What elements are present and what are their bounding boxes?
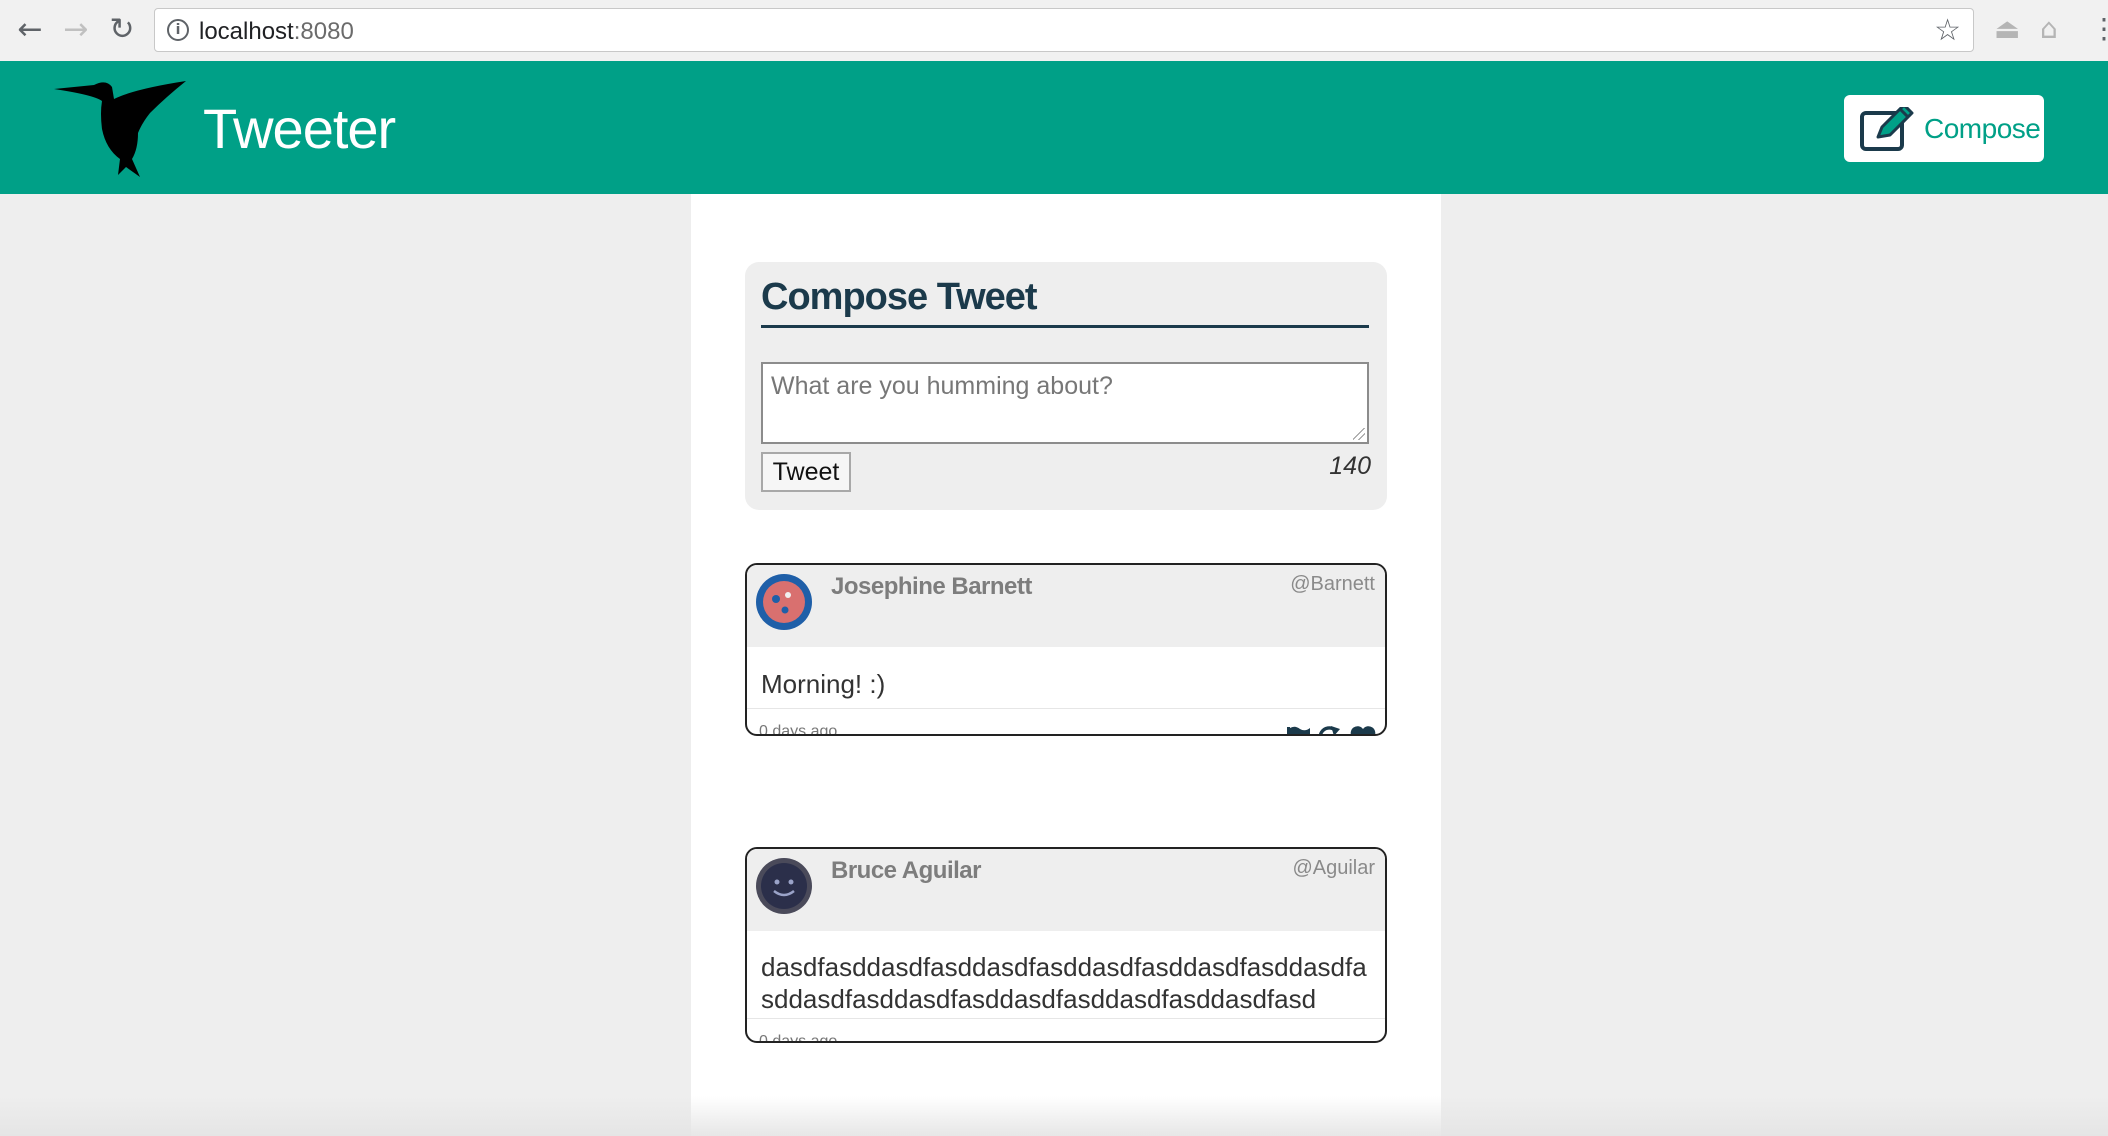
- brand-title: Tweeter: [203, 97, 396, 160]
- tweet-author-name: Bruce Aguilar: [831, 857, 981, 884]
- compose-button[interactable]: Compose: [1844, 95, 2044, 162]
- home-icon[interactable]: ⌂: [2040, 12, 2058, 45]
- browser-toolbar: ← → ↻ i localhost:8080 ☆ ⏏ ⌂ ⋮: [0, 0, 2108, 62]
- textarea-placeholder: What are you humming about?: [771, 372, 1113, 400]
- tweet-footer: 0 days ago.: [747, 1019, 1385, 1043]
- tweet-submit-button[interactable]: Tweet: [761, 452, 851, 492]
- resize-handle-icon[interactable]: [1353, 428, 1365, 440]
- bottom-fade: [0, 1096, 2108, 1136]
- back-arrow-icon[interactable]: ←: [8, 8, 52, 52]
- address-bar[interactable]: i localhost:8080 ☆: [154, 8, 1974, 52]
- tweet-header: Bruce Aguilar @Aguilar: [747, 849, 1385, 931]
- tweet-author-handle: @Aguilar: [1292, 857, 1375, 879]
- tweet-textarea[interactable]: What are you humming about?: [761, 362, 1369, 444]
- character-counter: 140: [1329, 452, 1371, 480]
- tweet-footer: 0 days ago.: [747, 709, 1385, 736]
- bookmark-star-icon[interactable]: ☆: [1934, 13, 1961, 48]
- compose-title: Compose Tweet: [761, 276, 1369, 328]
- tweet-author-name: Josephine Barnett: [831, 573, 1032, 600]
- forward-arrow-icon[interactable]: →: [54, 8, 98, 52]
- main-column: Compose Tweet What are you humming about…: [691, 194, 1441, 1136]
- tweet-card: Josephine Barnett @Barnett Morning! :) 0…: [745, 563, 1387, 736]
- retweet-icon[interactable]: [1317, 725, 1343, 736]
- avatar: [756, 574, 812, 630]
- tweet-header: Josephine Barnett @Barnett: [747, 565, 1385, 647]
- tweet-text: dasdfasddasdfasddasdfasddasdfasddasdfasd…: [747, 931, 1385, 1019]
- url-port: :8080: [293, 18, 354, 45]
- compose-pencil-icon: [1860, 106, 1914, 151]
- tweet-author-handle: @Barnett: [1290, 573, 1375, 595]
- tweet-timestamp: 0 days ago.: [759, 723, 842, 736]
- tweet-text: Morning! :): [747, 647, 1385, 709]
- avatar: [756, 858, 812, 914]
- reload-icon[interactable]: ↻: [100, 8, 144, 52]
- tweet-timestamp: 0 days ago.: [759, 1033, 842, 1043]
- heart-icon[interactable]: [1349, 725, 1377, 736]
- flag-icon[interactable]: [1285, 725, 1311, 736]
- tweet-card: Bruce Aguilar @Aguilar dasdfasddasdfasdd…: [745, 847, 1387, 1043]
- compose-button-label: Compose: [1924, 112, 2041, 144]
- compose-tweet-section: Compose Tweet What are you humming about…: [745, 262, 1387, 510]
- hummingbird-logo-icon: [54, 81, 186, 177]
- info-icon[interactable]: i: [167, 19, 189, 41]
- tweet-actions: [1285, 725, 1377, 736]
- url-host: localhost: [199, 18, 294, 45]
- extension-icon[interactable]: ⏏: [1994, 12, 2020, 45]
- url-text: localhost:8080: [199, 18, 354, 46]
- menu-kebab-icon[interactable]: ⋮: [2090, 12, 2108, 45]
- app-header: Tweeter Compose: [0, 61, 2108, 194]
